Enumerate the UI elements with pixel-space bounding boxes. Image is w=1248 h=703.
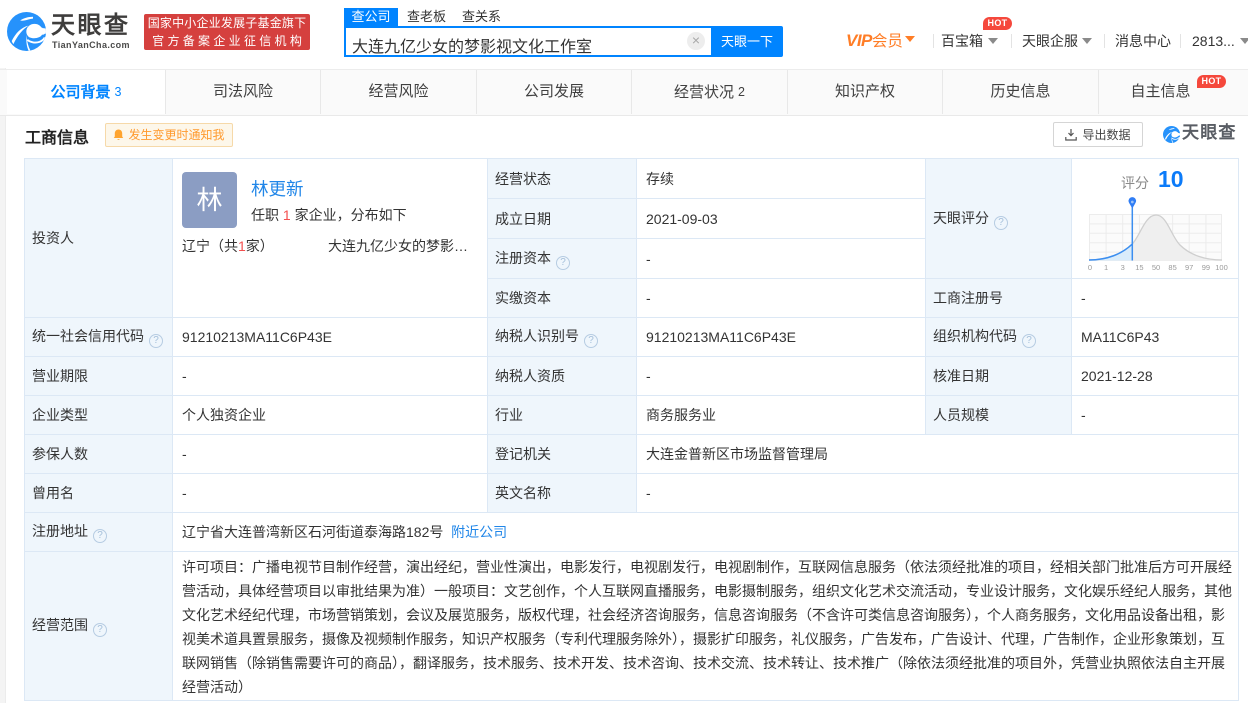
svg-text:3: 3	[1121, 263, 1125, 271]
svg-text:100: 100	[1215, 263, 1228, 271]
svg-text:85: 85	[1168, 263, 1176, 271]
svg-text:99: 99	[1202, 263, 1210, 271]
svg-text:1: 1	[1104, 263, 1108, 271]
svg-text:15: 15	[1135, 263, 1143, 271]
svg-text:50: 50	[1152, 263, 1160, 271]
svg-text:97: 97	[1185, 263, 1193, 271]
svg-text:0: 0	[1088, 263, 1092, 271]
